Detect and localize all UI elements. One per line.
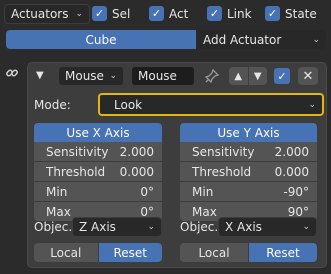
chevron-down-icon: ⌄: [147, 222, 155, 232]
x-sensitivity-label: Sensitivity: [46, 144, 109, 159]
pin-icon[interactable]: [204, 68, 220, 84]
actuator-type-label: Mouse: [65, 69, 104, 83]
y-max-label: Max: [192, 204, 217, 219]
x-sensitivity-field[interactable]: Sensitivity 2.000: [34, 142, 162, 161]
y-sensitivity-field[interactable]: Sensitivity 2.000: [180, 142, 317, 161]
x-min-label: Min: [46, 184, 68, 199]
actuator-type-dropdown[interactable]: Mouse ⌄: [58, 66, 124, 86]
filter-state-label: State: [285, 6, 317, 21]
y-min-label: Min: [192, 184, 214, 199]
object-tab-cube[interactable]: Cube: [6, 30, 197, 49]
mode-label: Mode:: [34, 98, 71, 112]
y-object-axis-dropdown[interactable]: X Axis ⌄: [218, 217, 317, 237]
y-min-value: -90°: [283, 184, 309, 199]
chevron-down-icon: ⌄: [308, 99, 316, 110]
add-actuator-dropdown[interactable]: Add Actuator ⌄: [197, 30, 326, 49]
x-max-label: Max: [46, 204, 71, 219]
chevron-down-icon: ⌄: [75, 9, 83, 19]
link-icon[interactable]: [5, 66, 19, 80]
x-local-reset-group: Local Reset: [34, 243, 162, 262]
chevron-down-icon: ⌄: [312, 34, 320, 45]
filter-act[interactable]: ✓ Act: [149, 6, 188, 21]
y-axis-column: Use Y Axis Sensitivity 2.000 Threshold 0…: [180, 123, 317, 221]
y-sensitivity-label: Sensitivity: [192, 144, 255, 159]
x-sensitivity-value: 2.000: [119, 144, 154, 159]
move-up-down-buttons: ▲ ▼: [229, 67, 267, 85]
y-min-field[interactable]: Min -90°: [180, 182, 317, 201]
chevron-down-icon: ⌄: [302, 222, 310, 232]
checkbox-act[interactable]: ✓: [149, 6, 164, 21]
x-axis-column: Use X Axis Sensitivity 2.000 Threshold 0…: [34, 123, 162, 221]
x-object-axis-value: Z Axis: [79, 220, 116, 234]
y-reset-toggle[interactable]: Reset: [249, 243, 317, 262]
checkbox-state[interactable]: ✓: [265, 6, 280, 21]
remove-actuator-button[interactable]: ✕: [298, 67, 318, 85]
y-threshold-label: Threshold: [192, 164, 252, 179]
y-threshold-field[interactable]: Threshold 0.000: [180, 162, 317, 181]
y-sensitivity-value: 2.000: [274, 144, 309, 159]
chevron-down-icon: ⌄: [109, 71, 117, 81]
x-reset-toggle[interactable]: Reset: [98, 243, 162, 262]
object-tab-cube-label: Cube: [85, 32, 117, 47]
x-min-value: 0°: [140, 184, 154, 199]
checkbox-sel[interactable]: ✓: [92, 6, 107, 21]
y-local-toggle[interactable]: Local: [180, 243, 248, 262]
actuators-dropdown-label: Actuators: [11, 7, 69, 21]
mode-dropdown[interactable]: Look ⌄: [98, 93, 324, 116]
object-tab-row: Cube Add Actuator ⌄: [6, 30, 326, 49]
checkbox-link[interactable]: ✓: [207, 6, 222, 21]
x-threshold-label: Threshold: [46, 164, 106, 179]
x-object-axis-dropdown[interactable]: Z Axis ⌄: [72, 217, 162, 237]
filter-sel[interactable]: ✓ Sel: [92, 6, 130, 21]
filter-act-label: Act: [169, 6, 189, 21]
y-threshold-value: 0.000: [274, 164, 309, 179]
x-axis-fields: Sensitivity 2.000 Threshold 0.000 Min 0°…: [34, 142, 162, 221]
add-actuator-label: Add Actuator: [203, 32, 282, 47]
actuator-name-value: Mouse: [138, 69, 177, 83]
x-threshold-value: 0.000: [119, 164, 154, 179]
filter-state[interactable]: ✓ State: [265, 6, 317, 21]
actuator-name-field[interactable]: Mouse: [131, 66, 195, 86]
x-threshold-field[interactable]: Threshold 0.000: [34, 162, 162, 181]
filter-link[interactable]: ✓ Link: [207, 6, 252, 21]
y-local-reset-group: Local Reset: [180, 243, 317, 262]
use-x-axis-toggle[interactable]: Use X Axis: [34, 123, 162, 142]
y-axis-fields: Sensitivity 2.000 Threshold 0.000 Min -9…: [180, 142, 317, 221]
filter-sel-label: Sel: [112, 6, 131, 21]
actuator-active-checkbox[interactable]: ✓: [274, 68, 290, 84]
actuators-dropdown[interactable]: Actuators ⌄: [4, 4, 90, 24]
x-local-toggle[interactable]: Local: [34, 243, 98, 262]
collapse-arrow-icon[interactable]: ▼: [36, 70, 44, 81]
use-y-axis-toggle[interactable]: Use Y Axis: [180, 123, 317, 142]
x-min-field[interactable]: Min 0°: [34, 182, 162, 201]
y-object-axis-value: X Axis: [225, 220, 262, 234]
move-up-button[interactable]: ▲: [229, 67, 248, 85]
mode-value: Look: [114, 97, 143, 112]
filter-link-label: Link: [227, 6, 252, 21]
move-down-button[interactable]: ▼: [248, 67, 267, 85]
